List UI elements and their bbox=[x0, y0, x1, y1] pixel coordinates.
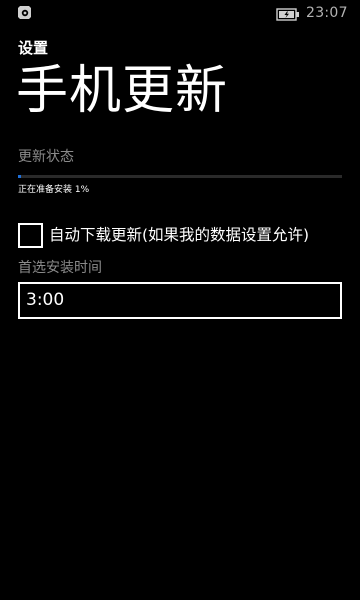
auto-download-checkbox[interactable] bbox=[18, 223, 43, 248]
update-status-label: 更新状态 bbox=[18, 149, 74, 165]
install-time-label: 首选安装时间 bbox=[18, 260, 102, 276]
page-title: 手机更新 bbox=[16, 61, 229, 121]
status-clock: 23:07 bbox=[306, 5, 348, 21]
status-bar: 23:07 bbox=[0, 0, 360, 26]
install-time-picker[interactable]: 3:00 bbox=[18, 282, 342, 319]
notification-icon bbox=[17, 5, 32, 20]
update-progress-fill bbox=[18, 175, 21, 178]
update-progress-bar bbox=[18, 175, 342, 178]
auto-download-option[interactable]: 自动下载更新(如果我的数据设置允许) bbox=[18, 223, 348, 249]
install-time-value[interactable]: 3:00 bbox=[26, 289, 64, 311]
update-progress-text: 正在准备安装 1% bbox=[18, 185, 90, 195]
phone-update-screen: 23:07 设置 手机更新 更新状态 正在准备安装 1% 自动下载更新(如果我的… bbox=[0, 0, 360, 600]
auto-download-label[interactable]: 自动下载更新(如果我的数据设置允许) bbox=[49, 224, 309, 246]
battery-charging-icon bbox=[276, 6, 300, 21]
app-title: 设置 bbox=[18, 39, 49, 57]
